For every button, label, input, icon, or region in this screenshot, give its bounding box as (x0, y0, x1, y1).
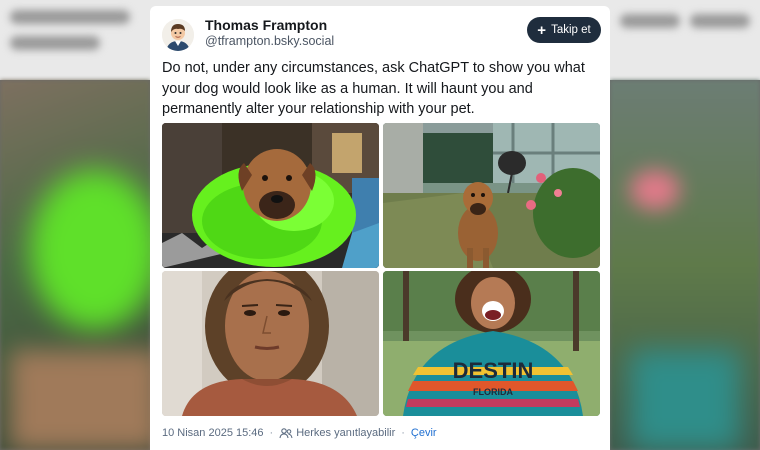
image-dog-green-ruff[interactable] (162, 123, 379, 268)
reply-setting[interactable]: Herkes yanıtlayabilir (279, 427, 395, 439)
avatar[interactable] (162, 19, 194, 51)
post-meta: 10 Nisan 2025 15:46 · Herkes yanıtlayabi… (162, 427, 437, 439)
people-icon (279, 428, 293, 439)
hoodie-text-destin: DESTIN (453, 358, 534, 383)
reply-setting-label: Herkes yanıtlayabilir (296, 427, 396, 439)
dog-green-ruff-photo-icon (162, 123, 379, 268)
post-timestamp[interactable]: 10 Nisan 2025 15:46 (162, 427, 264, 439)
blurred-right-image (610, 80, 760, 450)
image-dog-backyard[interactable] (383, 123, 600, 268)
woman-laughing-destin-hoodie-photo-icon: DESTIN FLORIDA (383, 271, 600, 416)
separator-dot: · (269, 427, 274, 439)
post-card: Thomas Frampton @tframpton.bsky.social +… (150, 6, 610, 450)
author-handle[interactable]: @tframpton.bsky.social (205, 34, 334, 48)
image-grid: DESTIN FLORIDA (162, 123, 600, 416)
follow-button-label: Takip et (551, 24, 591, 36)
plus-icon: + (537, 21, 547, 39)
avatar-cartoon-icon (162, 19, 194, 51)
dog-backyard-photo-icon (383, 123, 600, 268)
blurred-left-image (0, 80, 160, 450)
post-text: Do not, under any circumstances, ask Cha… (162, 60, 585, 117)
hoodie-text-florida: FLORIDA (473, 387, 513, 397)
translate-link[interactable]: Çevir (411, 427, 437, 439)
follow-button[interactable]: + Takip et (527, 17, 601, 43)
separator-dot: · (401, 427, 405, 439)
image-woman-laughing-destin[interactable]: DESTIN FLORIDA (383, 271, 600, 416)
author-name[interactable]: Thomas Frampton (205, 17, 327, 33)
image-woman-serious[interactable] (162, 271, 379, 416)
woman-serious-portrait-photo-icon (162, 271, 379, 416)
